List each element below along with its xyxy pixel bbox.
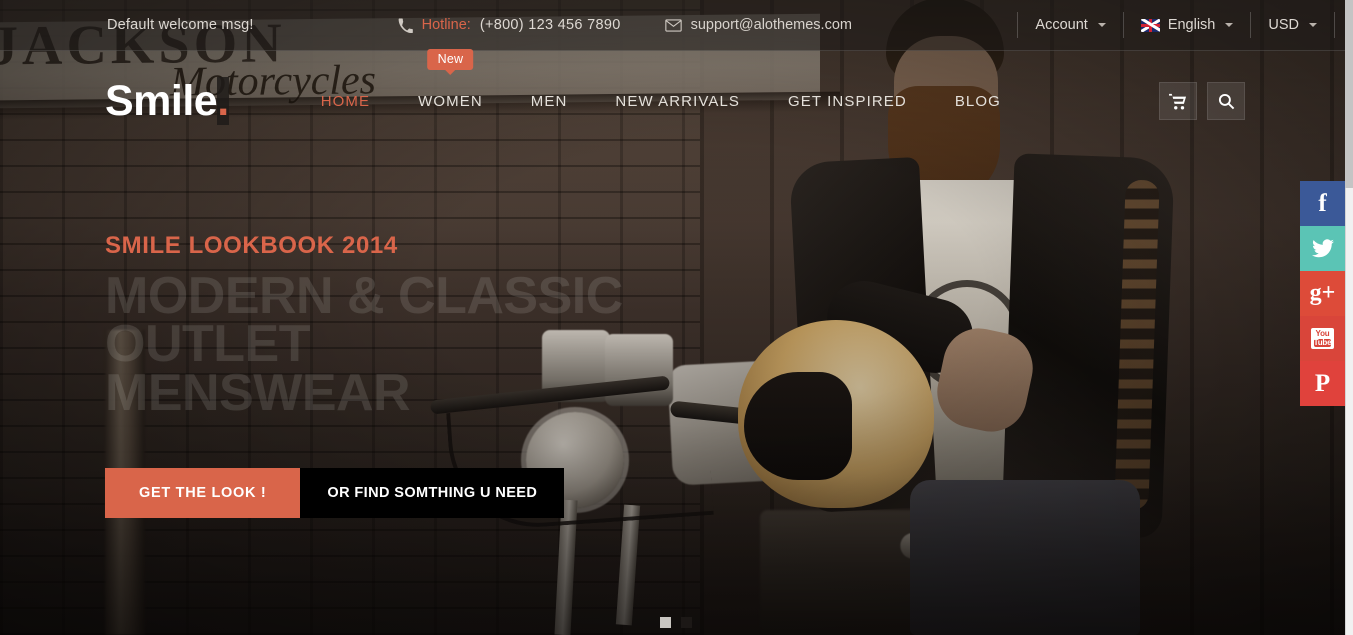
chevron-down-icon — [1225, 23, 1234, 27]
logo-text: Smile — [105, 76, 218, 125]
language-label: English — [1167, 17, 1216, 33]
slider-dot-1[interactable] — [660, 617, 671, 628]
support-email-block[interactable]: support@alothemes.com — [664, 17, 852, 33]
search-button[interactable] — [1207, 82, 1245, 120]
nav-item-women[interactable]: New WOMEN — [394, 48, 507, 124]
currency-selector[interactable]: USD — [1250, 12, 1335, 38]
page-scrollbar[interactable] — [1345, 0, 1353, 635]
topbar-right-group: Account English USD — [1017, 0, 1345, 50]
nav-label: BLOG — [954, 92, 1001, 110]
shopping-cart-icon — [1169, 93, 1187, 110]
chevron-down-icon — [1309, 23, 1317, 27]
find-something-button[interactable]: OR FIND SOMTHING U NEED — [300, 468, 565, 518]
google-plus-icon: g+ — [1309, 280, 1336, 306]
hero-text-block: SMILE LOOKBOOK 2014 MODERN & CLASSIC OUT… — [105, 232, 805, 422]
hotline-number: (+800) 123 456 7890 — [479, 17, 621, 33]
twitter-icon — [1311, 239, 1334, 258]
welcome-message: Default welcome msg! — [107, 17, 254, 33]
cart-button[interactable] — [1159, 82, 1197, 120]
facebook-button[interactable]: f — [1300, 181, 1345, 226]
twitter-button[interactable] — [1300, 226, 1345, 271]
nav-item-new-arrivals[interactable]: NEW ARRIVALS — [591, 79, 764, 124]
nav-label: MEN — [530, 92, 568, 110]
hero-cta-row: GET THE LOOK ! OR FIND SOMTHING U NEED — [105, 468, 565, 518]
chevron-down-icon — [1097, 23, 1106, 27]
nav-label: HOME — [320, 92, 371, 110]
nav-label: WOMEN — [418, 92, 483, 110]
new-badge: New — [427, 48, 474, 70]
nav-item-get-inspired[interactable]: GET INSPIRED — [764, 79, 931, 124]
language-selector[interactable]: English — [1122, 12, 1251, 38]
nav-item-blog[interactable]: BLOG — [931, 79, 1025, 124]
logo-dot: . — [217, 76, 229, 125]
header-actions — [1159, 82, 1245, 120]
pinterest-icon: P — [1314, 369, 1331, 397]
hero-kicker: SMILE LOOKBOOK 2014 — [105, 232, 398, 259]
get-the-look-button[interactable]: GET THE LOOK ! — [105, 468, 301, 518]
main-navigation: HOME New WOMEN MEN NEW ARRIVALS GET INSP… — [297, 48, 1025, 124]
hotline-block: Hotline: (+800) 123 456 7890 — [398, 17, 621, 33]
slider-dot-2[interactable] — [681, 617, 692, 628]
nav-item-home[interactable]: HOME — [297, 79, 394, 124]
slider-pagination — [660, 617, 692, 628]
youtube-button[interactable]: You Tube — [1300, 316, 1345, 361]
nav-item-men[interactable]: MEN — [507, 79, 592, 124]
hero-headline-2: OUTLET — [105, 315, 310, 374]
uk-flag-icon — [1140, 18, 1160, 32]
account-menu[interactable]: Account — [1017, 12, 1122, 38]
envelope-icon — [664, 18, 682, 32]
site-logo[interactable]: Smile. — [105, 76, 229, 125]
hero-headline-3: MENSWEAR — [105, 363, 411, 422]
scrollbar-thumb[interactable] — [1345, 0, 1353, 188]
phone-icon — [398, 17, 413, 33]
youtube-icon: You Tube — [1310, 327, 1335, 350]
utility-top-bar: Default welcome msg! Hotline: (+800) 123… — [0, 0, 1345, 51]
search-icon — [1218, 93, 1235, 110]
pinterest-button[interactable]: P — [1300, 361, 1345, 406]
hotline-label: Hotline: — [421, 17, 471, 33]
account-label: Account — [1035, 17, 1088, 33]
nav-label: NEW ARRIVALS — [615, 92, 741, 110]
currency-label: USD — [1268, 17, 1299, 33]
support-email: support@alothemes.com — [690, 17, 852, 33]
hero-headline-1: MODERN & CLASSIC — [105, 267, 623, 325]
social-share-rail: f g+ You Tube P — [1300, 181, 1345, 406]
facebook-icon: f — [1318, 189, 1327, 217]
site-header: Smile. HOME New WOMEN MEN NEW ARRIVALS G… — [0, 48, 1345, 151]
page-root: JACKSON Motorcycles — [0, 0, 1353, 635]
nav-label: GET INSPIRED — [788, 92, 907, 110]
google-plus-button[interactable]: g+ — [1300, 271, 1345, 316]
